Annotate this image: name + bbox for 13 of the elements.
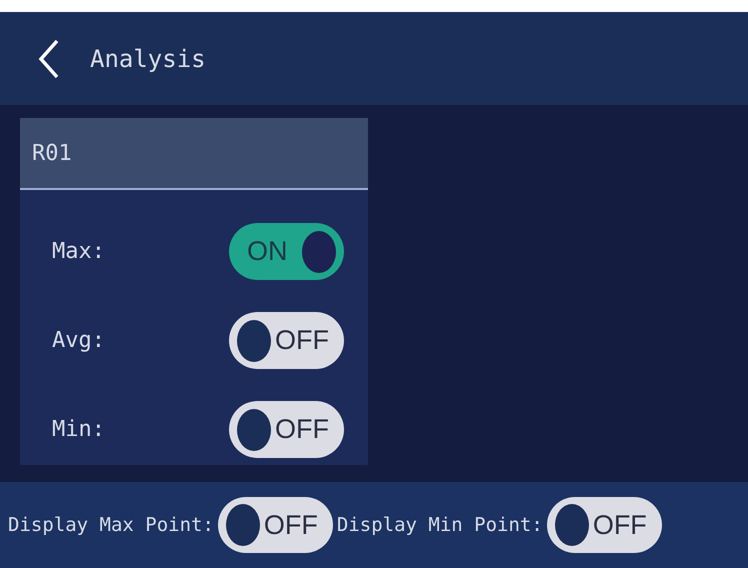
option-label: Display Min Point: [336, 512, 543, 538]
toggle-switch[interactable]: OFF [229, 401, 344, 458]
panel-title: R01 [32, 140, 72, 168]
toggle-switch[interactable]: ON [229, 223, 344, 280]
page-title: Analysis [90, 44, 206, 74]
row-label: Min: [52, 416, 105, 444]
toggle-switch[interactable]: OFF [546, 497, 662, 553]
row-label: Avg: [52, 327, 105, 355]
back-icon[interactable] [38, 38, 60, 78]
toggle-switch[interactable]: OFF [229, 312, 344, 369]
toggle-switch[interactable]: OFF [218, 497, 333, 553]
row-label: Max: [52, 238, 105, 266]
option-label: Display Max Point: [8, 512, 214, 538]
